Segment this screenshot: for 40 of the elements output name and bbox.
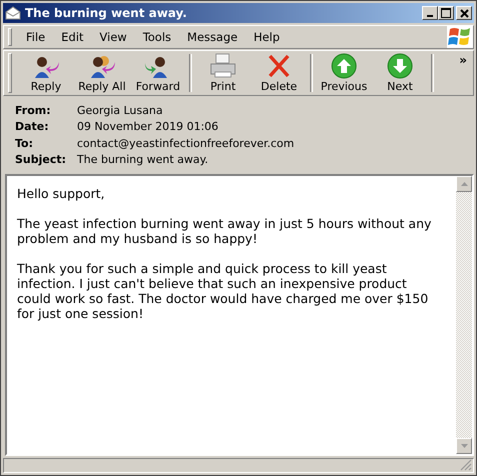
- menu-item[interactable]: Help: [246, 30, 288, 44]
- toolbar-button[interactable]: Print: [195, 53, 251, 93]
- maximize-button[interactable]: [438, 6, 454, 20]
- header-value: contact@yeastinfectionfreeforever.com: [77, 136, 294, 150]
- toolbar-button[interactable]: Forward: [130, 53, 186, 93]
- menu-item[interactable]: File: [18, 30, 54, 44]
- toolbar-button[interactable]: Next: [372, 53, 428, 93]
- message-paragraph: Thank you for such a simple and quick process to kill yeast infection. I just can't believe that such an inexpensive product could work so fast. The doctor would have charged me over $150 for just one session!: [17, 261, 430, 321]
- envelope-icon: [5, 6, 21, 20]
- close-button[interactable]: [456, 6, 472, 20]
- down-caret-icon: [460, 444, 468, 448]
- menu-item[interactable]: View: [92, 30, 135, 44]
- resize-grip-icon[interactable]: [460, 459, 472, 471]
- menu-item[interactable]: Tools: [134, 30, 180, 44]
- header-label: Date:: [15, 120, 50, 134]
- minimize-button[interactable]: [422, 6, 438, 20]
- scroll-up-button[interactable]: [456, 176, 472, 192]
- scroll-down-button[interactable]: [456, 438, 472, 454]
- header-value: The burning went away.: [77, 153, 208, 166]
- header-value: 09 November 2019 01:06: [77, 120, 218, 134]
- message-paragraph: Hello support,: [17, 186, 106, 201]
- menu-item[interactable]: Edit: [53, 30, 92, 44]
- toolbar-button[interactable]: Previous: [316, 53, 372, 93]
- toolbar-button[interactable]: Reply All: [74, 53, 130, 93]
- message-paragraph: The yeast infection burning went away in just 5 hours without any problem and my husband is so happy!: [17, 216, 432, 246]
- scrollbar[interactable]: [456, 176, 472, 454]
- header-label: To:: [15, 136, 34, 150]
- up-caret-icon: [460, 182, 468, 186]
- minimize-icon: [427, 15, 433, 17]
- header-label: Subject:: [15, 153, 68, 166]
- toolbar-button[interactable]: Delete: [251, 53, 307, 93]
- printer-icon: [208, 53, 238, 79]
- more-button[interactable]: »: [459, 53, 467, 67]
- header-label: From:: [15, 104, 52, 117]
- header-value: Georgia Lusana: [77, 104, 163, 117]
- window-title: The burning went away.: [25, 6, 188, 20]
- toolbar-button[interactable]: Reply: [18, 53, 74, 93]
- maximize-icon: [441, 8, 451, 18]
- menu-item[interactable]: Message: [179, 30, 246, 44]
- close-icon: [460, 8, 468, 18]
